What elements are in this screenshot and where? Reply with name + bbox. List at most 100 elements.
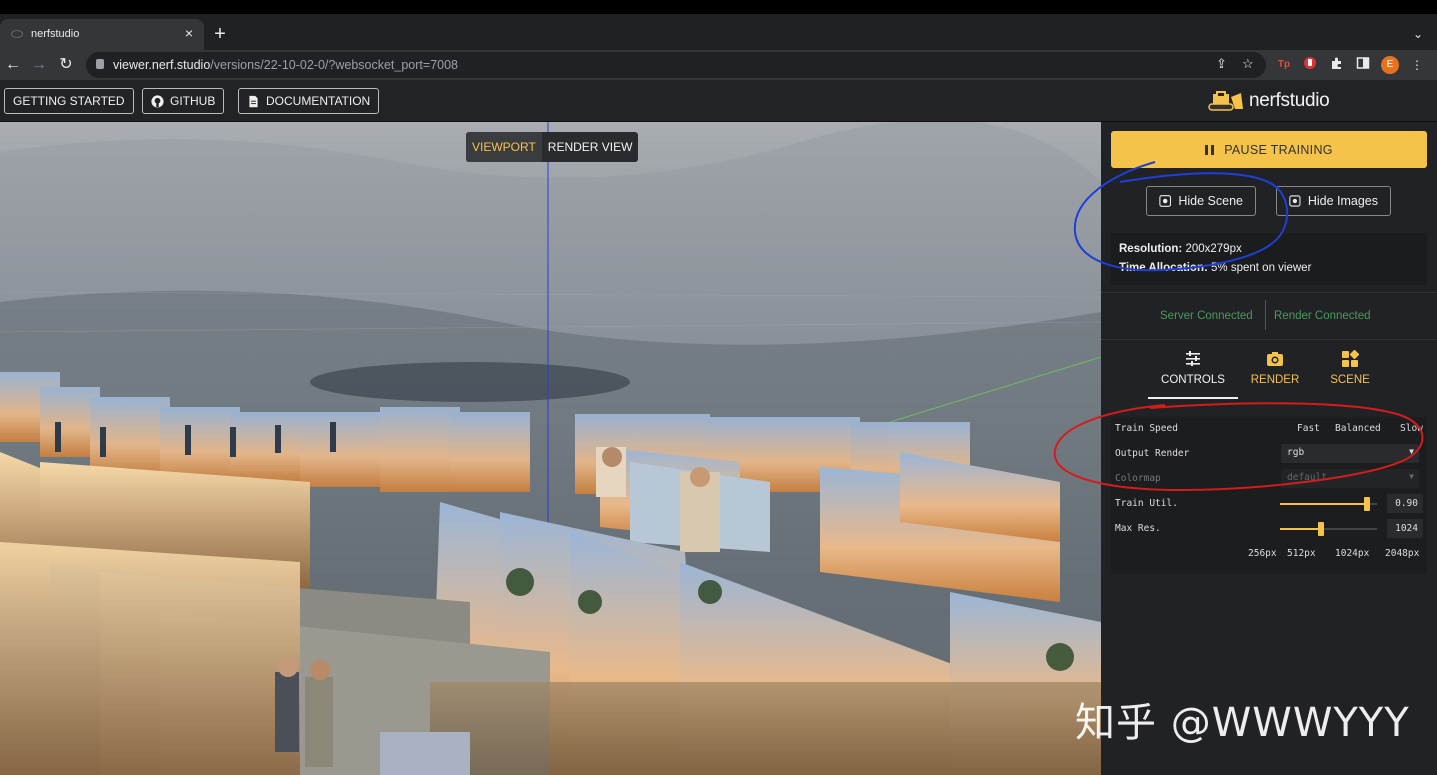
nerfstudio-favicon-icon [11,30,23,38]
output-render-row: Output Render rgb ▼ [1115,444,1425,464]
tab-viewport[interactable]: VIEWPORT [466,132,542,162]
tab-controls[interactable]: CONTROLS [1158,350,1228,386]
pause-training-label: PAUSE TRAINING [1224,142,1333,157]
window-top-bar [0,0,1437,14]
output-render-label: Output Render [1115,448,1190,459]
logo-text: nerfstudio [1249,90,1330,111]
colormap-select[interactable]: default ▼ [1281,469,1419,488]
time-allocation-label: Time Allocation: [1119,262,1208,274]
train-speed-slow-option[interactable]: Slow [1400,423,1423,434]
train-speed-balanced-option[interactable]: Balanced [1335,423,1381,434]
extension-tp-icon[interactable]: Tp [1275,56,1293,74]
documentation-button[interactable]: DOCUMENTATION [238,88,380,114]
app-header: GETTING STARTED GITHUB DOCUMENTATION ner… [0,80,1437,122]
colormap-row: Colormap default ▼ [1115,469,1425,489]
colormap-value: default [1287,472,1328,483]
control-panel: PAUSE TRAINING Hide Scene Hide Images Re… [1101,122,1437,775]
resolution-row: Resolution: 200x279px [1119,240,1419,259]
train-util-label: Train Util. [1115,498,1178,509]
chevron-down-icon: ▼ [1409,472,1414,481]
train-util-row: Train Util. 0.90 [1115,494,1425,514]
train-speed-row: Train Speed Fast Balanced Slow [1115,419,1425,439]
max-res-slider-thumb[interactable] [1318,522,1324,536]
tab-render[interactable]: RENDER [1240,350,1310,386]
render-info-box: Resolution: 200x279px Time Allocation: 5… [1111,233,1427,285]
scene-render [0,122,1101,775]
max-res-row: Max Res. 1024 [1115,519,1425,539]
hide-scene-label: Hide Scene [1178,194,1243,208]
tab-scene[interactable]: SCENE [1315,350,1385,386]
extensions-puzzle-icon[interactable] [1328,56,1346,74]
train-util-slider-thumb[interactable] [1364,497,1370,511]
github-label: GITHUB [170,94,216,108]
getting-started-label: GETTING STARTED [13,94,125,108]
server-status: Server Connected [1160,310,1253,322]
divider [1101,339,1437,340]
back-arrow-icon[interactable]: ← [3,55,23,75]
bulldozer-logo-icon [1208,91,1243,111]
hide-images-button[interactable]: Hide Images [1276,186,1391,216]
forward-arrow-icon[interactable]: → [29,55,49,75]
getting-started-button[interactable]: GETTING STARTED [4,88,134,114]
watermark: 知乎 @WWWYYY [1075,700,1410,746]
eye-off-icon [1289,195,1301,207]
max-res-input[interactable]: 1024 [1387,519,1423,538]
time-allocation-row: Time Allocation: 5% spent on viewer [1119,259,1419,278]
hide-scene-button[interactable]: Hide Scene [1146,186,1256,216]
3d-viewport[interactable]: VIEWPORT RENDER VIEW [0,122,1101,775]
train-util-input[interactable]: 0.90 [1387,494,1423,513]
sliders-icon [1186,351,1200,366]
hide-images-label: Hide Images [1307,194,1378,208]
train-speed-fast-option[interactable]: Fast [1297,423,1320,434]
bookmark-star-icon[interactable]: ☆ [1242,56,1254,72]
tab-controls-label: CONTROLS [1161,374,1225,386]
tab-render-label: RENDER [1250,374,1300,386]
browser-menu-icon[interactable]: ⋮ [1408,56,1426,74]
tab-search-icon[interactable]: ⌄ [1413,27,1423,41]
max-res-fill [1280,528,1321,530]
nerfstudio-logo: nerfstudio [1207,88,1330,114]
divider [1101,292,1437,293]
url-path: /versions/22-10-02-0/?websocket_port=700… [210,58,459,72]
url-host: viewer.nerf.studio [113,58,211,72]
controls-panel: Train Speed Fast Balanced Slow Output Re… [1111,417,1427,574]
reload-icon[interactable]: ↻ [56,55,76,75]
mark-256: 256px [1248,548,1277,559]
browser-tab[interactable]: nerfstudio × [0,19,204,50]
lock-icon [96,59,104,69]
pause-icon [1205,144,1215,155]
side-panel-icon[interactable] [1354,56,1372,74]
url-bar[interactable]: viewer.nerf.studio/versions/22-10-02-0/?… [86,52,1266,78]
pause-training-button[interactable]: PAUSE TRAINING [1111,131,1427,168]
github-button[interactable]: GITHUB [142,88,225,114]
tab-close-icon[interactable]: × [182,25,196,41]
tab-title: nerfstudio [31,28,80,40]
browser-window: { "browser": { "tab_title": "nerfstudio"… [0,0,1437,775]
train-speed-label: Train Speed [1115,423,1178,434]
tab-scene-label: SCENE [1330,374,1370,386]
status-divider [1265,300,1266,330]
new-tab-button[interactable]: + [211,24,229,44]
share-icon[interactable]: ⇪ [1216,56,1227,72]
address-bar-row: ← → ↻ viewer.nerf.studio/versions/22-10-… [0,50,1437,80]
profile-avatar[interactable]: E [1381,56,1399,74]
tab-render-view[interactable]: RENDER VIEW [542,132,639,162]
tab-strip: nerfstudio × + ⌄ [0,14,1437,50]
documentation-label: DOCUMENTATION [266,94,371,108]
mark-2048: 2048px [1385,548,1420,559]
output-render-select[interactable]: rgb ▼ [1281,444,1419,463]
extension-shield-icon[interactable] [1301,56,1319,74]
resolution-label: Resolution: [1119,243,1183,255]
colormap-label: Colormap [1115,473,1161,484]
resolution-value: 200x279px [1185,243,1242,255]
max-res-marks-row: 256px 512px 1024px 2048px [1115,544,1425,564]
camera-icon [1267,352,1283,366]
eye-off-icon [1159,195,1172,207]
output-render-value: rgb [1287,447,1305,458]
chevron-down-icon: ▼ [1409,447,1414,456]
widgets-icon [1342,350,1359,367]
view-toggle: VIEWPORT RENDER VIEW [466,132,639,162]
active-tab-indicator [1148,397,1238,399]
mark-512: 512px [1287,548,1316,559]
url-text: viewer.nerf.studio/versions/22-10-02-0/?… [113,58,458,72]
